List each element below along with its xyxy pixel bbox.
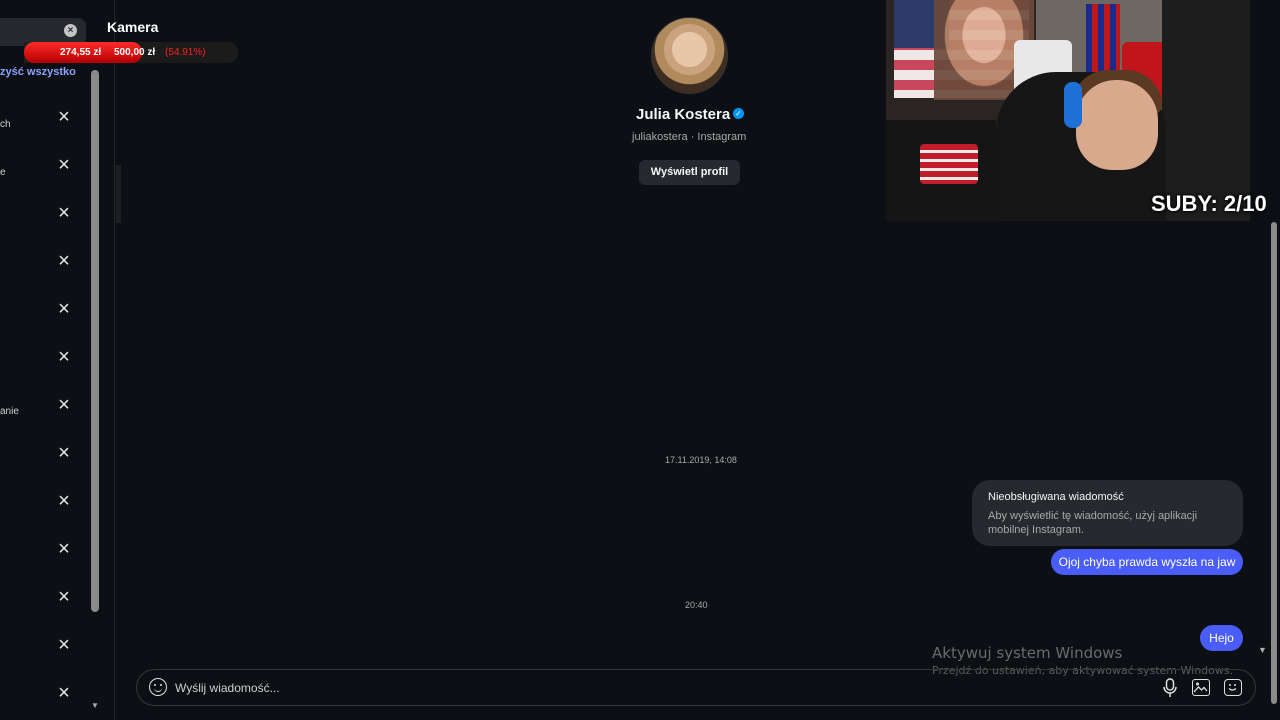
close-icon[interactable]: × [55,491,73,511]
close-icon[interactable]: × [55,539,73,559]
goal-current: 274,55 zł [60,47,102,58]
recent-search-item[interactable]: × [0,681,86,711]
close-icon[interactable]: × [55,443,73,463]
recent-search-item[interactable]: × [0,489,86,519]
recent-search-label: ch [0,119,11,130]
windows-activation-title: Aktywuj system Windows [932,644,1123,662]
clear-all-link[interactable]: zyść wszystko [0,66,76,78]
view-profile-button[interactable]: Wyświetl profil [639,160,740,185]
close-icon[interactable]: × [55,203,73,223]
unsupported-message-title: Nieobsługiwana wiadomość [988,491,1124,503]
close-icon[interactable]: × [55,251,73,271]
main-scrollbar-thumb[interactable] [1271,222,1277,704]
recent-search-item[interactable]: × [0,585,86,615]
recent-search-item[interactable]: × [0,345,86,375]
close-icon[interactable]: × [55,395,73,415]
recent-search-item[interactable]: × [0,633,86,663]
scroll-down-icon[interactable]: ▼ [91,702,99,710]
recent-search-item[interactable]: anie × [0,393,86,423]
recent-search-item[interactable]: × [0,297,86,327]
subs-counter: SUBY: 2/10 [1151,191,1267,216]
message-input[interactable] [175,680,875,696]
sidebar-scrollbar[interactable] [91,70,99,612]
recent-search-label: anie [0,406,19,417]
message-timestamp: 17.11.2019, 14:08 [665,455,737,465]
close-icon[interactable]: × [55,299,73,319]
webcam-head [1076,80,1158,170]
unsupported-message-body: Aby wyświetlić tę wiadomość, użyj aplika… [988,510,1198,536]
profile-subtitle: juliakostera · Instagram [632,131,747,143]
recent-search-item[interactable]: × [0,537,86,567]
close-icon[interactable]: × [55,155,73,175]
divider [114,0,115,720]
close-icon[interactable]: × [55,683,73,703]
headset-icon [1064,82,1082,128]
sticker-icon[interactable] [1224,679,1242,696]
message-timestamp: 20:40 [685,600,708,610]
image-icon[interactable] [1192,679,1210,696]
sent-message[interactable]: Ojoj chyba prawda wyszła na jaw [1051,549,1243,575]
webcam-feed [886,0,1250,221]
sent-message[interactable]: Hejo [1200,625,1243,651]
close-icon[interactable]: × [55,347,73,367]
recent-search-item[interactable]: e × [0,153,86,183]
search-sidebar: × zyść wszystko ch × e × × × × × anie × [0,0,104,720]
recent-search-item[interactable]: × [0,441,86,471]
profile-name: Julia Kostera [636,106,731,123]
verified-badge-icon: ✓ [733,108,744,119]
overlay-title: Kamera [107,19,159,35]
screen: × zyść wszystko ch × e × × × × × anie × [0,0,1280,720]
emoji-icon[interactable] [149,678,167,696]
recent-search-item[interactable]: ch × [0,105,86,135]
goal-target: 500,00 zł [114,47,156,58]
close-icon[interactable]: × [55,107,73,127]
recent-search-label: e [0,167,6,178]
recent-search-item[interactable]: × [0,249,86,279]
recent-search-item[interactable]: × [0,201,86,231]
panel-scrollbar[interactable] [116,165,121,223]
webcam-pillow [920,144,978,184]
close-icon[interactable]: × [55,587,73,607]
webcam-shelf [1162,0,1250,221]
goal-percent: (54.91%) [165,47,206,58]
avatar[interactable] [651,17,728,94]
microphone-icon[interactable] [1162,678,1178,698]
scroll-down-icon[interactable]: ▼ [1258,645,1267,655]
clear-search-icon[interactable]: × [64,24,77,37]
close-icon[interactable]: × [55,635,73,655]
